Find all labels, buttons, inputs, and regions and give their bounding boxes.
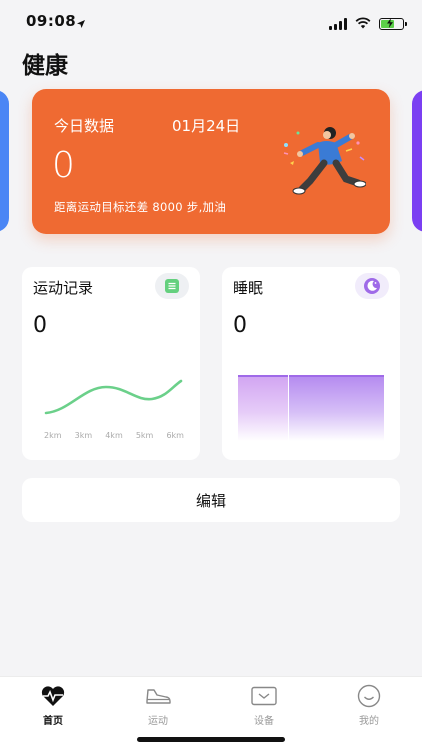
shoe-icon (144, 683, 172, 708)
tab-exercise[interactable]: 运动 (118, 683, 198, 727)
wifi-icon (355, 14, 371, 33)
location-arrow-icon (76, 14, 86, 33)
km-label: 4km (105, 431, 123, 440)
km-label: 5km (135, 431, 154, 440)
today-date: 01月24日 (172, 117, 241, 135)
sleep-card[interactable]: 睡眠 0 (222, 267, 400, 460)
home-indicator[interactable] (137, 737, 285, 742)
tab-label: 运动 (148, 716, 168, 727)
page-title: 健康 (22, 53, 68, 79)
today-label: 今日数据 (54, 117, 115, 135)
runner-illustration (283, 127, 366, 195)
today-steps-value: 0 (52, 145, 75, 186)
status-time: 09:08 (26, 12, 77, 30)
km-label: 6km (166, 431, 184, 440)
edit-button[interactable]: 编辑 (22, 478, 400, 522)
sleep-bar-chart (238, 375, 384, 441)
tab-home[interactable]: 首页 (13, 683, 93, 727)
list-icon (155, 273, 189, 299)
moon-icon (355, 273, 389, 299)
tab-label: 首页 (43, 716, 63, 727)
today-data-card[interactable]: 今日数据 01月24日 0 距离运动目标还差 8000 步,加油 (32, 89, 390, 234)
tab-mine[interactable]: 我的 (329, 683, 409, 727)
sleep-bar (289, 375, 384, 441)
tab-label: 设备 (254, 716, 274, 727)
sleep-bar (238, 375, 288, 441)
km-label: 3km (74, 431, 93, 440)
heartbeat-icon (40, 683, 66, 708)
carousel-next-card[interactable] (412, 90, 422, 232)
carousel-prev-card[interactable] (0, 90, 9, 232)
cellular-signal-icon (329, 17, 347, 30)
smile-icon (357, 683, 381, 708)
exercise-trend-line (44, 379, 183, 415)
exercise-record-card[interactable]: 运动记录 0 2km 3km 4km 5km 6km (22, 267, 200, 460)
tab-device[interactable]: 设备 (224, 683, 304, 727)
battery-icon (379, 17, 407, 30)
tab-label: 我的 (359, 716, 379, 727)
exercise-line-chart (44, 379, 183, 415)
km-label: 2km (44, 431, 62, 440)
sleep-value: 0 (233, 313, 247, 338)
status-icons (329, 14, 407, 33)
exercise-value: 0 (33, 313, 47, 338)
device-icon (251, 683, 277, 708)
step-goal-text: 距离运动目标还差 8000 步,加油 (54, 200, 227, 214)
km-axis-labels: 2km 3km 4km 5km 6km (44, 431, 184, 440)
sleep-card-title: 睡眠 (233, 279, 264, 297)
exercise-card-title: 运动记录 (33, 279, 94, 297)
status-bar: 09:08 (0, 0, 422, 44)
